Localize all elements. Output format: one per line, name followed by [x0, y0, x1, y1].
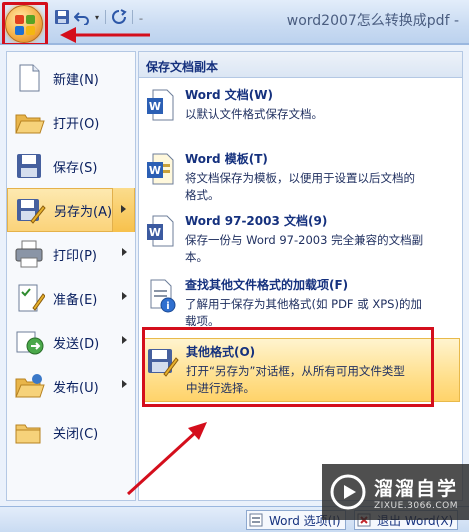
option-description: 了解用于保存为其他格式(如 PDF 或 XPS)的加 载项。	[185, 296, 422, 330]
office-menu: 新建(N) 打开(O) 保存(S) 另存为(A) 打印(P) 准备(E) 发送(…	[0, 44, 469, 506]
menu-item-close[interactable]: 关闭(C)	[7, 410, 135, 454]
menu-item-prepare[interactable]: 准备(E)	[7, 276, 135, 320]
option-title: Word 97-2003 文档(9)	[185, 214, 328, 228]
menu-item-label: 保存(S)	[53, 160, 98, 176]
menu-item-publish[interactable]: 发布(U)	[7, 364, 135, 408]
submenu-arrow-icon	[122, 380, 127, 388]
open-folder-icon	[13, 106, 45, 138]
menu-item-label: 另存为(A)	[54, 204, 113, 220]
option-description: 以默认文件格式保存文档。	[185, 107, 323, 121]
word-template-icon: W	[145, 152, 179, 188]
watermark-brand: 溜溜自学	[374, 477, 459, 500]
word-document-icon: W	[145, 88, 179, 124]
menu-item-open[interactable]: 打开(O)	[7, 100, 135, 144]
save-disk-icon	[13, 150, 45, 182]
office-button-highlight	[2, 2, 48, 46]
submenu-arrow-icon	[122, 336, 127, 344]
save-as-icon	[14, 194, 46, 226]
menu-item-label: 发送(D)	[53, 336, 100, 352]
option-title: 查找其他文件格式的加载项(F)	[185, 278, 349, 292]
submenu-arrow-icon	[122, 292, 127, 300]
svg-text:W: W	[149, 226, 161, 239]
undo-dropdown[interactable]: ▾	[92, 13, 102, 22]
description-line: 保存一份与 Word 97-2003 完全兼容的文档副	[185, 233, 424, 247]
word-options-icon	[249, 513, 263, 527]
title-bar: ▾ ₌ word2007怎么转换成pdf -	[0, 0, 469, 46]
save-icon[interactable]	[52, 7, 72, 27]
toolbar-separator	[105, 10, 106, 24]
close-folder-icon	[13, 416, 45, 448]
watermark-logo-icon	[330, 474, 366, 510]
menu-item-send[interactable]: 发送(D)	[7, 320, 135, 364]
word-97-2003-icon: W	[145, 214, 179, 250]
watermark: 溜溜自学 ZIXUE.3066.COM	[322, 464, 469, 520]
menu-item-label: 准备(E)	[53, 292, 98, 308]
send-icon	[13, 326, 45, 358]
submenu-arrow-icon	[121, 205, 126, 213]
menu-item-print[interactable]: 打印(P)	[7, 232, 135, 276]
option-word-document[interactable]: W Word 文档(W) 以默认文件格式保存文档。	[143, 86, 460, 136]
menu-item-new[interactable]: 新建(N)	[7, 56, 135, 100]
submenu-arrow-icon	[122, 248, 127, 256]
prepare-icon	[13, 282, 46, 314]
window-title: word2007怎么转换成pdf -	[286, 13, 459, 29]
menu-item-save-as[interactable]: 另存为(A)	[7, 188, 135, 232]
option-description: 保存一份与 Word 97-2003 完全兼容的文档副 本。	[185, 232, 423, 266]
svg-text:W: W	[149, 164, 161, 177]
office-menu-commands: 新建(N) 打开(O) 保存(S) 另存为(A) 打印(P) 准备(E) 发送(…	[6, 51, 136, 501]
menu-item-label: 打印(P)	[53, 248, 97, 264]
printer-icon	[13, 238, 45, 270]
description-line: 将文档保存为模板，以便用于设置以后文档的	[185, 171, 415, 185]
description-line: 了解用于保存为其他格式(如 PDF 或 XPS)的加	[185, 297, 422, 311]
quick-access-toolbar: ▾ ₌	[52, 7, 146, 27]
menu-item-label: 打开(O)	[53, 116, 100, 132]
toolbar-separator	[132, 10, 133, 24]
customize-icon[interactable]: ₌	[136, 13, 146, 22]
new-document-icon	[13, 62, 45, 94]
svg-text:W: W	[149, 100, 161, 113]
save-copy-panel: 保存文档副本 W Word 文档(W) 以默认文件格式保存文档。 W Word …	[138, 51, 463, 501]
description-line: 格式。	[185, 188, 220, 202]
panel-header: 保存文档副本	[139, 52, 462, 78]
addins-info-icon: i	[145, 278, 179, 314]
watermark-site: ZIXUE.3066.COM	[374, 500, 459, 511]
menu-item-label: 关闭(C)	[53, 426, 99, 442]
option-word-97-2003[interactable]: W Word 97-2003 文档(9) 保存一份与 Word 97-2003 …	[143, 212, 460, 268]
undo-icon[interactable]	[72, 7, 92, 27]
menu-item-label: 新建(N)	[53, 72, 99, 88]
description-line: 本。	[185, 250, 208, 264]
option-word-template[interactable]: W Word 模板(T) 将文档保存为模板，以便用于设置以后文档的 格式。	[143, 150, 460, 206]
svg-text:i: i	[166, 301, 169, 312]
redo-icon[interactable]	[109, 7, 129, 27]
publish-icon	[13, 370, 45, 402]
other-formats-highlight	[142, 327, 434, 407]
option-description: 将文档保存为模板，以便用于设置以后文档的 格式。	[185, 170, 415, 204]
option-find-addins[interactable]: i 查找其他文件格式的加载项(F) 了解用于保存为其他格式(如 PDF 或 XP…	[143, 276, 460, 334]
menu-item-label: 发布(U)	[53, 380, 99, 396]
option-title: Word 文档(W)	[185, 88, 273, 102]
menu-item-save[interactable]: 保存(S)	[7, 144, 135, 188]
option-title: Word 模板(T)	[185, 152, 268, 166]
